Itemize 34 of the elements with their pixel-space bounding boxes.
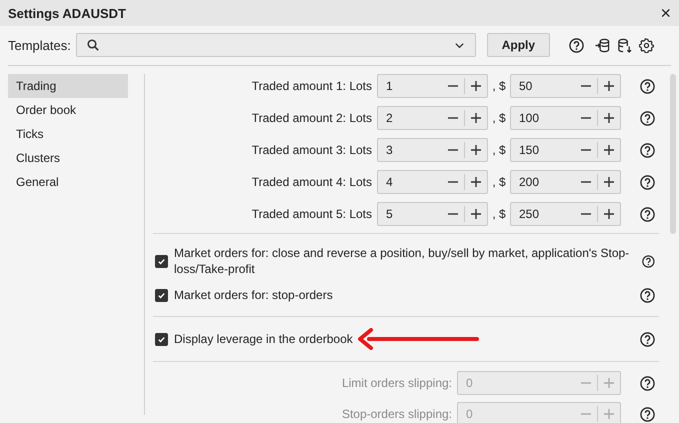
currency-separator: , $ [491, 175, 507, 189]
slipping-label: Limit orders slipping: [340, 376, 453, 390]
amount-label: Traded amount 4: Lots [250, 175, 373, 189]
number-field[interactable]: 2 [377, 106, 488, 130]
slipping-label: Stop-orders slipping: [340, 407, 453, 421]
amount-label: Traded amount 1: Lots [250, 79, 373, 93]
sidebar-item[interactable]: Clusters [8, 146, 128, 170]
templates-label: Templates: [8, 38, 71, 52]
close-button[interactable]: × [660, 4, 671, 22]
option-label: Display leverage in the orderbook [174, 331, 353, 347]
number-field[interactable]: 1 [377, 74, 488, 98]
option-label: Market orders for: stop-orders [174, 287, 333, 303]
window-title: Settings ADAUSDT [8, 6, 126, 20]
sidebar-item[interactable]: Ticks [8, 122, 128, 146]
number-field[interactable]: 100 [510, 106, 621, 130]
amount-label: Traded amount 5: Lots [250, 207, 373, 221]
sidebar-item[interactable]: Trading [8, 74, 128, 98]
amount-label: Traded amount 3: Lots [250, 143, 373, 157]
currency-separator: , $ [491, 143, 507, 157]
currency-separator: , $ [491, 79, 507, 93]
number-field[interactable]: 3 [377, 138, 488, 162]
number-field[interactable]: 150 [510, 138, 621, 162]
amount-label: Traded amount 2: Lots [250, 111, 373, 125]
sidebar-item[interactable]: General [8, 170, 128, 194]
option-label: Market orders for: close and reverse a position, buy/sell by market, application's Stop-loss/Take-profit [174, 245, 630, 277]
apply-button[interactable]: Apply [486, 33, 550, 57]
number-field[interactable]: 50 [510, 74, 621, 98]
sidebar-item[interactable]: Order book [8, 98, 128, 122]
number-field[interactable]: 250 [510, 202, 621, 226]
number-field[interactable]: 5 [377, 202, 488, 226]
number-field[interactable]: 200 [510, 170, 621, 194]
currency-separator: , $ [491, 207, 507, 221]
number-field[interactable]: 4 [377, 170, 488, 194]
currency-separator: , $ [491, 111, 507, 125]
